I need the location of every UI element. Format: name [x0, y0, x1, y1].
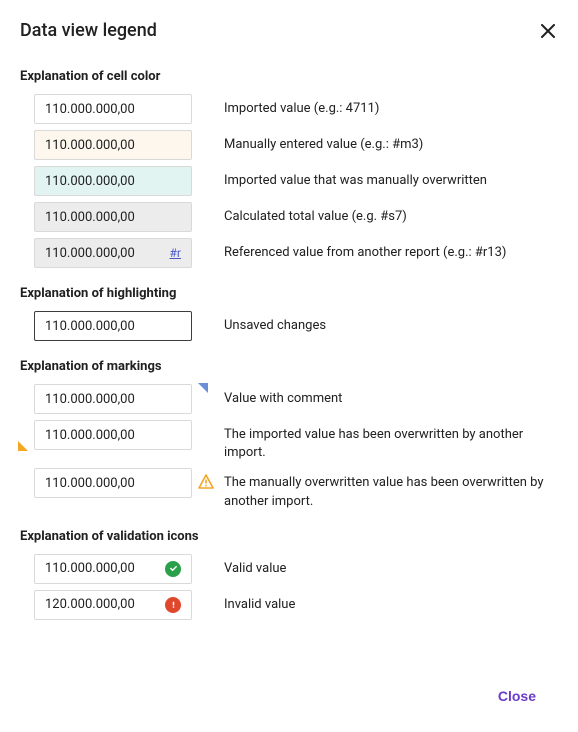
cell-value: 110.000.000,00 [45, 392, 135, 407]
cell-value: 120.000.000,00 [45, 597, 135, 612]
legend-row-invalid: 120.000.000,00 Invalid value [20, 590, 558, 620]
close-icon[interactable] [538, 21, 558, 41]
legend-desc: Referenced value from another report (e.… [224, 238, 558, 262]
legend-cell: 110.000.000,00 [34, 94, 192, 124]
legend-row-override: 110.000.000,00 Imported value that was m… [20, 166, 558, 196]
legend-cell: 110.000.000,00 [34, 384, 192, 414]
legend-row-imported: 110.000.000,00 Imported value (e.g.: 471… [20, 94, 558, 124]
legend-desc: Valid value [224, 554, 558, 578]
cell-value: 110.000.000,00 [45, 210, 135, 225]
legend-row-manual-overwrite: 110.000.000,00 The manually overwritten … [20, 468, 558, 510]
legend-desc: Invalid value [224, 590, 558, 614]
legend-cell: 120.000.000,00 [34, 590, 192, 620]
legend-cell: 110.000.000,00 [34, 130, 192, 160]
legend-row-comment: 110.000.000,00 Value with comment [20, 384, 558, 414]
cell-value: 110.000.000,00 [45, 561, 135, 576]
legend-desc: Value with comment [224, 384, 558, 408]
valid-icon [165, 561, 181, 577]
section-heading-markings: Explanation of markings [20, 359, 558, 374]
invalid-icon [165, 597, 181, 613]
cell-value: 110.000.000,00 [45, 174, 135, 189]
legend-row-calculated: 110.000.000,00 Calculated total value (e… [20, 202, 558, 232]
import-overwrite-marker-icon [18, 441, 28, 451]
legend-row-unsaved: 110.000.000,00 Unsaved changes [20, 311, 558, 341]
legend-cell: 110.000.000,00 [34, 311, 192, 341]
warning-icon [198, 474, 214, 490]
section-heading-cell-color: Explanation of cell color [20, 69, 558, 84]
cell-value: 110.000.000,00 [45, 246, 135, 261]
section-heading-validation: Explanation of validation icons [20, 529, 558, 544]
legend-desc: Imported value (e.g.: 4711) [224, 94, 558, 118]
legend-desc: Imported value that was manually overwri… [224, 166, 558, 190]
legend-cell: 110.000.000,00 [34, 554, 192, 584]
dialog-title: Data view legend [20, 20, 157, 41]
cell-value: 110.000.000,00 [45, 476, 135, 491]
legend-row-import-overwrite: 110.000.000,00 The imported value has be… [20, 420, 558, 462]
legend-desc: The imported value has been overwritten … [224, 420, 558, 462]
legend-cell: 110.000.000,00 [34, 468, 192, 498]
legend-cell: 110.000.000,00 [34, 202, 192, 232]
dialog-footer: Close [20, 680, 558, 712]
legend-row-referenced: 110.000.000,00 #r Referenced value from … [20, 238, 558, 268]
legend-desc: Calculated total value (e.g. #s7) [224, 202, 558, 226]
reference-link[interactable]: #r [170, 246, 181, 260]
legend-cell: 110.000.000,00 [34, 420, 192, 450]
legend-cell: 110.000.000,00 #r [34, 238, 192, 268]
legend-row-manual: 110.000.000,00 Manually entered value (e… [20, 130, 558, 160]
cell-value: 110.000.000,00 [45, 319, 135, 334]
dialog-header: Data view legend [20, 20, 558, 41]
close-button[interactable]: Close [486, 680, 548, 712]
legend-desc: Unsaved changes [224, 311, 558, 335]
cell-value: 110.000.000,00 [45, 102, 135, 117]
section-heading-highlighting: Explanation of highlighting [20, 286, 558, 301]
legend-desc: Manually entered value (e.g.: #m3) [224, 130, 558, 154]
cell-value: 110.000.000,00 [45, 428, 135, 443]
legend-desc: The manually overwritten value has been … [224, 468, 558, 510]
legend-cell: 110.000.000,00 [34, 166, 192, 196]
cell-value: 110.000.000,00 [45, 138, 135, 153]
legend-row-valid: 110.000.000,00 Valid value [20, 554, 558, 584]
comment-marker-icon [198, 383, 208, 393]
